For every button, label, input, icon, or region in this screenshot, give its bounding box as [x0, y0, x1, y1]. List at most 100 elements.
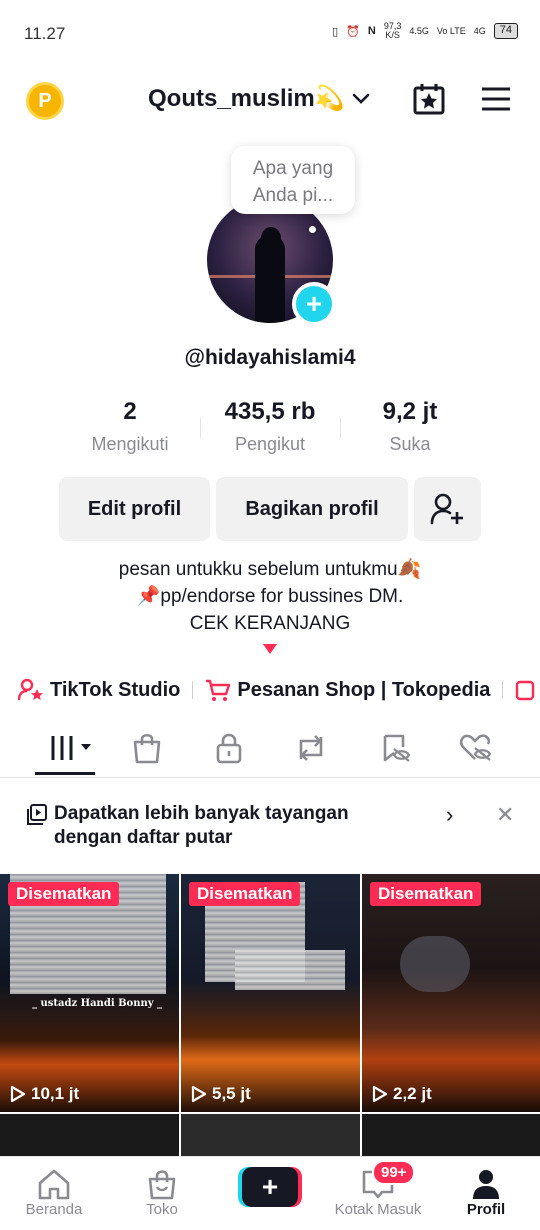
chevron-down-icon: [352, 93, 369, 104]
stat-likes[interactable]: 9,2 jt Suka: [340, 398, 480, 462]
shop-orders-label: Pesanan Shop | Tokopedia: [237, 678, 491, 701]
user-star-icon: [18, 678, 43, 701]
stat-value: 2: [123, 398, 137, 425]
view-count-value: 5,5 jt: [212, 1084, 251, 1103]
battery-icon: 74: [493, 23, 518, 39]
note-bubble-dot: [309, 226, 316, 233]
tab-reposts[interactable]: [291, 730, 331, 766]
add-user-icon: [430, 493, 463, 525]
coin-icon[interactable]: P: [26, 82, 64, 120]
profile-stats: 2 Mengikuti 435,5 rb Pengikut 9,2 jt Suk…: [60, 398, 480, 462]
nav-inbox-label: Kotak Masuk: [334, 1201, 422, 1218]
saved-hidden-icon: [383, 734, 411, 762]
tab-liked[interactable]: [456, 730, 496, 766]
nav-shop[interactable]: Toko: [117, 1167, 207, 1218]
video-thumbnail[interactable]: [181, 1114, 360, 1156]
play-icon: [372, 1085, 388, 1103]
stat-value: 9,2 jt: [382, 398, 438, 425]
repost-icon: [299, 735, 323, 761]
view-count: 5,5 jt: [191, 1084, 251, 1104]
note-bubble[interactable]: Apa yang Anda pi...: [231, 146, 355, 214]
signal-45g: 4.5G: [409, 25, 429, 36]
bottom-nav: Beranda Toko + Kotak Masuk Profil: [0, 1156, 540, 1230]
note-bubble-line1: Apa yang: [252, 158, 334, 179]
more-link[interactable]: [515, 678, 535, 702]
account-switcher[interactable]: Qouts_muslim💫: [148, 84, 371, 113]
tiktok-studio-label: TikTok Studio: [50, 678, 181, 701]
alarm-icon: ⏰: [346, 25, 360, 38]
playlist-icon: [27, 804, 47, 825]
avatar-silhouette: [255, 235, 285, 323]
thumbnail-caption: _ ustadz Handi Bonny _: [32, 998, 163, 1009]
shopping-bag-icon: [148, 1170, 176, 1200]
close-icon[interactable]: ✕: [496, 802, 514, 828]
video-thumbnail[interactable]: [0, 1114, 179, 1156]
shop-orders-link[interactable]: Pesanan Shop | Tokopedia: [205, 678, 490, 702]
playlist-line1: Dapatkan lebih banyak tayangan: [54, 803, 349, 824]
stat-followers[interactable]: 435,5 rb Pengikut: [200, 398, 340, 462]
thumbnail-glitch: [235, 950, 345, 990]
nav-profile-label: Profil: [466, 1201, 506, 1218]
stat-label: Suka: [389, 434, 431, 454]
pinned-badge: Disematkan: [8, 882, 120, 906]
video-thumbnail[interactable]: Disematkan 2,2 jt: [362, 874, 540, 1112]
edit-profile-button[interactable]: Edit profil: [59, 477, 210, 541]
play-icon: [10, 1085, 26, 1103]
add-avatar-button[interactable]: +: [292, 282, 336, 326]
bio-line: 📌pp/endorse for bussines DM.: [136, 586, 404, 607]
stat-following[interactable]: 2 Mengikuti: [60, 398, 200, 462]
inbox-badge: 99+: [372, 1160, 416, 1185]
liked-hidden-icon: [459, 734, 492, 761]
nav-shop-label: Toko: [146, 1201, 178, 1218]
profile-links: TikTok Studio Pesanan Shop | Tokopedia: [18, 674, 540, 706]
status-time: 11.27: [24, 24, 66, 43]
video-thumbnail[interactable]: Disematkan 5,5 jt: [181, 874, 360, 1112]
playlist-banner[interactable]: Dapatkan lebih banyak tayangan dengan da…: [0, 790, 540, 870]
video-thumbnail[interactable]: [362, 1114, 540, 1156]
profile-icon: [473, 1170, 499, 1199]
shopping-bag-icon: [133, 733, 161, 764]
nav-home-label: Beranda: [25, 1201, 83, 1218]
tiktok-studio-link[interactable]: TikTok Studio: [18, 678, 180, 702]
bio-line: pesan untukku sebelum untukmu🍂: [118, 559, 422, 580]
view-count: 2,2 jt: [372, 1084, 432, 1104]
video-thumbnail[interactable]: Disematkan _ ustadz Handi Bonny _ 10,1 j…: [0, 874, 179, 1112]
tab-shop[interactable]: [127, 730, 167, 766]
calendar-star-icon[interactable]: [412, 82, 446, 116]
pinned-badge: Disematkan: [370, 882, 482, 906]
videos-grid-icon: [51, 736, 91, 760]
stat-label: Mengikuti: [91, 434, 169, 454]
chevron-right-icon[interactable]: ›: [446, 802, 453, 828]
nav-profile[interactable]: Profil: [441, 1167, 531, 1218]
nav-home[interactable]: Beranda: [9, 1167, 99, 1218]
view-count: 10,1 jt: [10, 1084, 79, 1104]
profile-bio: pesan untukku sebelum untukmu🍂 📌pp/endor…: [0, 556, 540, 637]
link-icon: [516, 680, 535, 701]
add-friend-button[interactable]: [414, 477, 481, 541]
status-icons: ▯ ⏰ N 97,3 K/S 4.5G Vo LTE 4G 74: [332, 22, 518, 40]
pinned-badge: Disematkan: [189, 882, 301, 906]
thumbnail-hands: [400, 936, 470, 992]
tab-videos[interactable]: [48, 730, 96, 766]
username-label: Qouts_muslim💫: [148, 85, 345, 112]
view-count-value: 10,1 jt: [31, 1084, 80, 1103]
playlist-banner-text: Dapatkan lebih banyak tayangan dengan da…: [54, 802, 349, 850]
nfc-icon: N: [367, 25, 376, 37]
share-profile-button[interactable]: Bagikan profil: [216, 477, 408, 541]
divider: [502, 681, 504, 699]
menu-icon[interactable]: [480, 86, 512, 112]
create-button[interactable]: +: [238, 1167, 302, 1207]
cart-icon: [206, 679, 231, 701]
vibrate-icon: ▯: [332, 25, 339, 38]
status-bar: 11.27 ▯ ⏰ N 97,3 K/S 4.5G Vo LTE 4G 74: [0, 0, 540, 68]
note-bubble-line2: Anda pi...: [252, 185, 334, 206]
triangle-down-icon: [263, 644, 277, 654]
divider: [192, 681, 194, 699]
stat-label: Pengikut: [234, 434, 306, 454]
net-speed: 97,3 K/S: [383, 21, 402, 40]
lock-icon: [216, 733, 242, 764]
tab-saved[interactable]: [376, 730, 416, 766]
profile-tabs: [0, 722, 540, 778]
home-icon: [38, 1169, 70, 1200]
tab-private[interactable]: [209, 730, 249, 766]
